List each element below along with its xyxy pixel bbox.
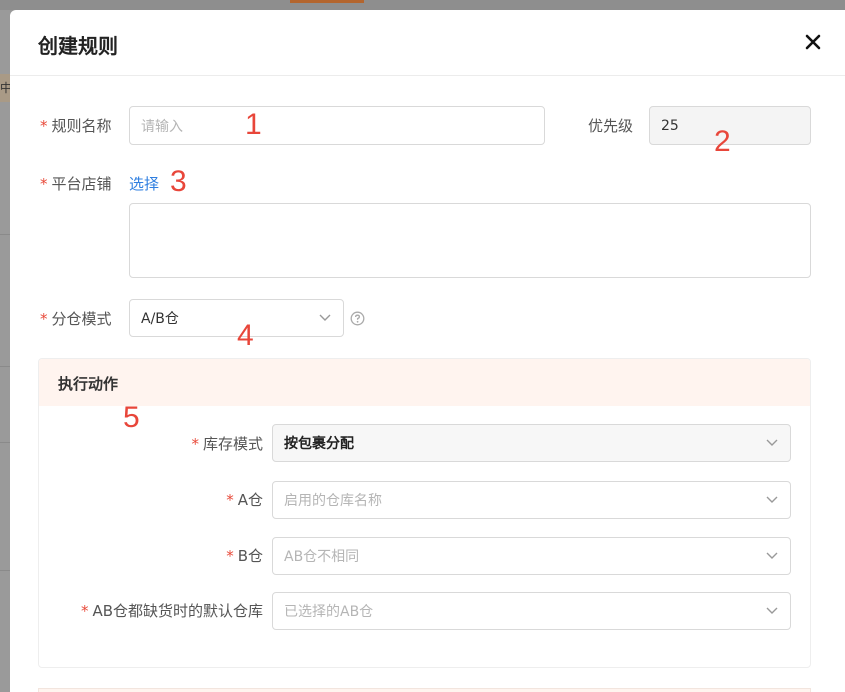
chevron-down-icon bbox=[766, 552, 778, 559]
warehouse-a-select[interactable]: 启用的仓库名称 bbox=[272, 481, 791, 519]
rule-name-label: * 规则名称 bbox=[40, 117, 112, 135]
backdrop-divider bbox=[0, 442, 10, 443]
action-card: 执行动作 5 * 库存模式 按包裹分配 * A仓 启用的仓库名称 * B仓 AB仓不相… bbox=[38, 358, 811, 668]
rule-name-input[interactable]: 请输入 bbox=[129, 106, 545, 145]
annotation-4: 4 bbox=[237, 319, 254, 352]
shop-label: * 平台店铺 bbox=[40, 175, 112, 193]
next-section-header bbox=[38, 688, 811, 692]
warehouse-a-label: * A仓 bbox=[226, 491, 263, 509]
backdrop-divider bbox=[0, 366, 10, 367]
default-warehouse-select[interactable]: 已选择的AB仓 bbox=[272, 592, 791, 630]
required-mark: * bbox=[226, 547, 234, 565]
shop-selected-box[interactable] bbox=[129, 203, 811, 278]
annotation-3: 3 bbox=[170, 165, 187, 198]
backdrop-accent bbox=[290, 0, 364, 3]
stock-mode-value: 按包裹分配 bbox=[284, 436, 354, 452]
annotation-2: 2 bbox=[714, 125, 731, 158]
modal-title: 创建规则 bbox=[38, 34, 118, 58]
required-mark: * bbox=[40, 310, 48, 328]
required-mark: * bbox=[226, 491, 234, 509]
select-shop-link[interactable]: 选择 bbox=[129, 173, 159, 194]
default-warehouse-label: * AB仓都缺货时的默认仓库 bbox=[80, 602, 263, 620]
required-mark: * bbox=[80, 602, 89, 620]
stock-mode-select[interactable]: 按包裹分配 bbox=[272, 424, 791, 462]
chevron-down-icon bbox=[766, 496, 778, 503]
backdrop-side-text: 中 bbox=[0, 74, 10, 102]
rule-name-placeholder: 请输入 bbox=[141, 118, 183, 135]
backdrop-top-strip bbox=[0, 0, 845, 10]
action-card-header: 执行动作 bbox=[39, 359, 810, 406]
required-mark: * bbox=[191, 435, 199, 453]
chevron-down-icon bbox=[766, 439, 778, 446]
warehouse-b-select[interactable]: AB仓不相同 bbox=[272, 537, 791, 575]
action-title: 执行动作 bbox=[58, 375, 119, 393]
modal-header: 创建规则 bbox=[10, 10, 845, 76]
warehouse-b-label: * B仓 bbox=[226, 547, 263, 565]
warehouse-a-placeholder: 启用的仓库名称 bbox=[284, 493, 382, 509]
create-rule-modal: 创建规则 * 规则名称 请输入 1 优先级 25 2 * 平台店铺 选择 3 * 分仓… bbox=[10, 10, 845, 692]
chevron-down-icon bbox=[766, 607, 778, 614]
chevron-down-icon bbox=[319, 314, 331, 321]
priority-label: 优先级 bbox=[588, 117, 634, 135]
split-mode-label: * 分仓模式 bbox=[40, 310, 112, 328]
backdrop-divider bbox=[0, 234, 10, 235]
close-icon[interactable] bbox=[803, 32, 823, 52]
required-mark: * bbox=[40, 117, 48, 135]
stock-mode-label: * 库存模式 bbox=[191, 435, 263, 453]
annotation-1: 1 bbox=[245, 108, 262, 141]
warehouse-b-placeholder: AB仓不相同 bbox=[284, 549, 360, 565]
default-warehouse-placeholder: 已选择的AB仓 bbox=[284, 604, 374, 620]
backdrop-divider bbox=[0, 570, 10, 571]
split-mode-value: A/B仓 bbox=[141, 311, 179, 327]
annotation-5: 5 bbox=[123, 401, 140, 434]
help-icon[interactable] bbox=[350, 311, 365, 326]
priority-value: 25 bbox=[661, 117, 679, 134]
required-mark: * bbox=[40, 175, 48, 193]
